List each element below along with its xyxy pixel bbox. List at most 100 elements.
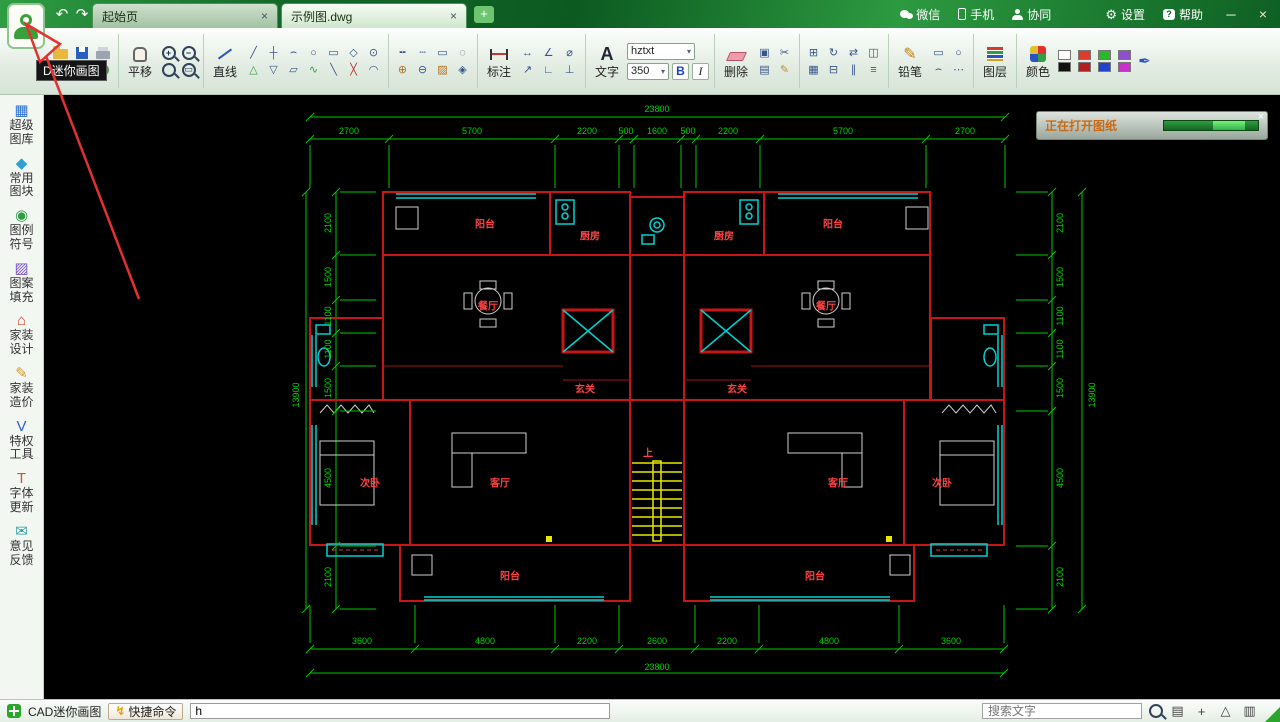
align-icon[interactable]: ◫ xyxy=(865,45,882,60)
user-avatar-button[interactable] xyxy=(7,3,45,49)
triangle-icon[interactable]: △ xyxy=(245,62,262,77)
rect-array-icon[interactable]: ▭ xyxy=(434,45,451,60)
cross-icon[interactable]: ╳ xyxy=(345,62,362,77)
line-tool-button[interactable]: 直线 xyxy=(209,43,241,79)
cut-icon[interactable]: ✂ xyxy=(776,45,793,60)
dimension-button[interactable]: 标注 xyxy=(483,43,515,79)
ray-icon[interactable]: ╲ xyxy=(325,62,342,77)
print-preview-icon[interactable]: ▥ xyxy=(1242,704,1257,719)
new-tab-button[interactable]: + xyxy=(474,6,494,23)
parallelogram-icon[interactable]: ▱ xyxy=(285,62,302,77)
annotation-pen-icon[interactable]: ✒ xyxy=(1136,54,1153,69)
resize-grip[interactable] xyxy=(1265,707,1280,722)
offset-icon[interactable]: ╍ xyxy=(394,45,411,60)
zoom-out-icon[interactable]: − xyxy=(180,45,197,60)
pan-button[interactable]: 平移 xyxy=(124,43,156,79)
explode-icon[interactable]: ≡ xyxy=(865,62,882,77)
swatch-blue[interactable] xyxy=(1098,62,1111,72)
doc-edit-icon[interactable]: ▤ xyxy=(1170,704,1185,719)
search-text-input[interactable] xyxy=(982,703,1142,719)
tab-example-dwg[interactable]: 示例图.dwg × xyxy=(281,3,467,28)
save-file-icon[interactable] xyxy=(73,45,90,60)
color-button[interactable]: 颜色 xyxy=(1022,43,1054,79)
leader-icon[interactable]: ↗ xyxy=(519,62,536,77)
circle-icon[interactable]: ○ xyxy=(305,45,322,60)
freehand-icon[interactable]: ⋯ xyxy=(950,62,967,77)
ordinate-icon[interactable]: ∟ xyxy=(540,62,557,77)
sidebar-item-legend-symbols[interactable]: ◉图例 符号 xyxy=(0,208,44,252)
rect-sketch-icon[interactable]: ▭ xyxy=(930,45,947,60)
paste-icon[interactable]: ▤ xyxy=(756,62,773,77)
quick-command-button[interactable]: ↯ 快捷命令 xyxy=(108,703,183,720)
angular-dim-icon[interactable]: ∠ xyxy=(540,45,557,60)
sidebar-item-pattern-fill[interactable]: ▨图案 填充 xyxy=(0,261,44,305)
wechat-button[interactable]: 微信 xyxy=(893,4,947,24)
swatch-white[interactable] xyxy=(1058,50,1071,60)
arc-icon[interactable]: ⌢ xyxy=(285,45,302,60)
format-brush-icon[interactable]: ✎ xyxy=(776,62,793,77)
zoom-extents-icon[interactable]: ▭ xyxy=(180,62,197,77)
swatch-darkred[interactable] xyxy=(1078,62,1091,72)
divide-icon[interactable]: ┄ xyxy=(414,45,431,60)
open-file-icon[interactable] xyxy=(52,45,69,60)
region-icon[interactable]: ◈ xyxy=(454,62,471,77)
sidebar-item-home-design[interactable]: ⌂家装 设计 xyxy=(0,313,44,357)
donut-icon[interactable]: ⊖ xyxy=(414,62,431,77)
circle-sketch-icon[interactable]: ○ xyxy=(950,45,967,60)
cloud-icon[interactable]: ⌢ xyxy=(930,62,947,77)
rotate-icon[interactable]: ↻ xyxy=(825,45,842,60)
polygon-icon[interactable]: ▽ xyxy=(265,62,282,77)
toast-close-button[interactable]: × xyxy=(1258,111,1264,123)
text-tool-button[interactable]: A 文字 xyxy=(591,43,623,79)
drawing-canvas[interactable]: 2700570022005001600500220057002700238003… xyxy=(44,95,1280,699)
diameter-dim-icon[interactable]: ⌀ xyxy=(561,45,578,60)
add-sheet-icon[interactable]: + xyxy=(1194,704,1209,719)
command-input[interactable] xyxy=(190,703,610,719)
sidebar-item-common-blocks[interactable]: ◆常用 图块 xyxy=(0,156,44,200)
minimize-button[interactable]: ─ xyxy=(1220,7,1242,22)
line-icon[interactable]: ╱ xyxy=(245,45,262,60)
mirror-icon[interactable]: ⇄ xyxy=(845,45,862,60)
help-button[interactable]: ? 帮助 xyxy=(1156,4,1210,24)
sidebar-item-privilege-tools[interactable]: V特权 工具 xyxy=(0,419,44,463)
tab-close-icon[interactable]: × xyxy=(450,10,457,22)
offset-copy-icon[interactable]: ∥ xyxy=(845,62,862,77)
redo-button[interactable]: ↷ xyxy=(72,5,92,23)
layer-button[interactable]: 图层 xyxy=(979,43,1011,79)
print-icon[interactable] xyxy=(94,45,111,60)
search-button[interactable] xyxy=(1149,704,1163,718)
swatch-purple[interactable] xyxy=(1118,50,1131,60)
hatch-icon[interactable]: ▨ xyxy=(434,62,451,77)
settings-button[interactable]: ⚙ 设置 xyxy=(1098,4,1152,24)
move-icon[interactable]: ⊞ xyxy=(805,45,822,60)
sidebar-item-font-update[interactable]: T字体 更新 xyxy=(0,471,44,515)
linear-dim-icon[interactable]: ↔ xyxy=(519,45,536,60)
phone-button[interactable]: 手机 xyxy=(951,4,1001,24)
swatch-black[interactable] xyxy=(1058,62,1071,72)
measure-tool-icon[interactable]: △ xyxy=(1218,704,1233,719)
halfarc-icon[interactable]: ◠ xyxy=(365,62,382,77)
sidebar-item-home-cost[interactable]: ✎家装 造价 xyxy=(0,366,44,410)
italic-button[interactable]: I xyxy=(692,63,709,80)
pencil-button[interactable]: ✎ 铅笔 xyxy=(894,43,926,79)
font-size-select[interactable]: 350 ▾ xyxy=(627,63,669,80)
undo-button[interactable]: ↶ xyxy=(52,5,72,23)
spline-icon[interactable]: ∿ xyxy=(305,62,322,77)
array-icon[interactable]: ▦ xyxy=(805,62,822,77)
point-icon[interactable]: ⊙ xyxy=(365,45,382,60)
zoom-window-icon[interactable] xyxy=(160,62,177,77)
swatch-magenta[interactable] xyxy=(1118,62,1131,72)
bold-button[interactable]: B xyxy=(672,63,689,80)
boundary-icon[interactable]: ⊕ xyxy=(394,62,411,77)
sidebar-item-super-library[interactable]: ▦超级 图库 xyxy=(0,103,44,147)
tab-close-icon[interactable]: × xyxy=(261,10,268,22)
close-button[interactable]: × xyxy=(1252,6,1274,22)
swatch-red[interactable] xyxy=(1078,50,1091,60)
ellipse-icon[interactable]: ◇ xyxy=(345,45,362,60)
zoom-in-icon[interactable]: + xyxy=(160,45,177,60)
copy-icon[interactable]: ▣ xyxy=(756,45,773,60)
tab-start-page[interactable]: 起始页 × xyxy=(92,3,278,28)
polyline-icon[interactable]: ┼ xyxy=(265,45,282,60)
scale-icon[interactable]: ⊟ xyxy=(825,62,842,77)
circle-ref-icon[interactable]: ◌ xyxy=(454,45,471,60)
